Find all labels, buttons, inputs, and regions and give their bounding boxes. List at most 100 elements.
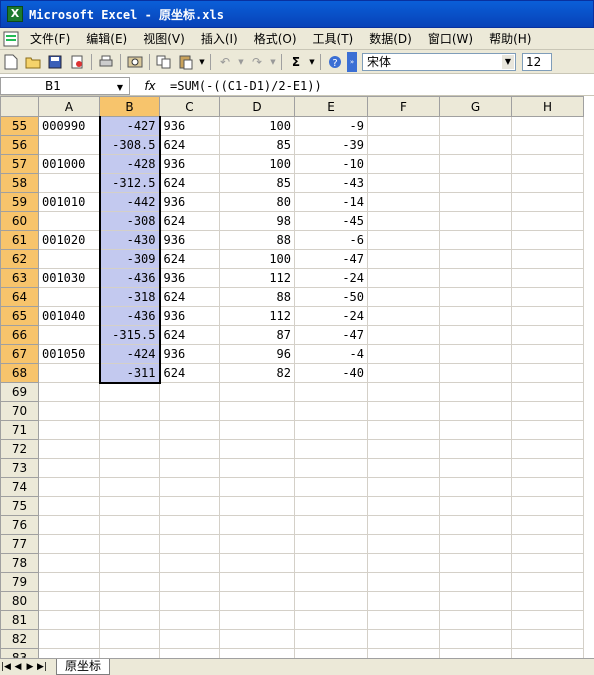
cell-d[interactable] [219,382,295,402]
cell-g[interactable] [439,477,512,497]
cell-c[interactable] [159,420,220,440]
cell-a[interactable] [38,477,100,497]
cell-f[interactable] [367,363,440,383]
redo-icon[interactable]: ↷ [247,52,267,72]
cell-f[interactable] [367,648,440,658]
row-header[interactable]: 77 [0,534,39,554]
save-icon[interactable] [45,52,65,72]
cell-d[interactable]: 87 [219,325,295,345]
permission-icon[interactable] [67,52,87,72]
cell-f[interactable] [367,249,440,269]
undo-icon[interactable]: ↶ [215,52,235,72]
cell-a[interactable] [38,135,100,155]
cell-b[interactable] [99,420,160,440]
cell-e[interactable] [294,420,368,440]
cell-a[interactable] [38,629,100,649]
row-header[interactable]: 78 [0,553,39,573]
cell-d[interactable] [219,610,295,630]
cell-d[interactable]: 85 [219,173,295,193]
cell-d[interactable] [219,515,295,535]
cell-d[interactable]: 112 [219,306,295,326]
cell-d[interactable] [219,534,295,554]
cell-a[interactable] [38,173,100,193]
row-header[interactable]: 67 [0,344,39,364]
cell-b[interactable] [99,382,160,402]
cell-c[interactable] [159,401,220,421]
cell-d[interactable]: 100 [219,154,295,174]
cell-f[interactable] [367,116,440,136]
cell-a[interactable] [38,363,100,383]
row-header[interactable]: 72 [0,439,39,459]
cell-c[interactable]: 624 [159,249,220,269]
cell-h[interactable] [511,553,584,573]
row-header[interactable]: 59 [0,192,39,212]
cell-b[interactable]: -309 [98,249,161,269]
row-header[interactable]: 69 [0,382,39,402]
cell-h[interactable] [511,648,584,658]
column-header-e[interactable]: E [294,96,368,117]
menu-insert[interactable]: 插入(I) [193,30,246,47]
menu-file[interactable]: 文件(F) [22,30,78,47]
cell-a[interactable] [38,211,100,231]
cell-c[interactable]: 936 [159,306,220,326]
cell-b[interactable]: -436 [98,306,161,326]
name-box[interactable]: B1 ▼ [0,76,130,96]
cell-c[interactable]: 936 [159,230,220,250]
cell-g[interactable] [439,420,512,440]
name-box-dropdown-icon[interactable]: ▼ [117,80,123,96]
cell-a[interactable] [38,648,100,658]
autosum-icon[interactable]: Σ [286,52,306,72]
menu-view[interactable]: 视图(V) [135,30,193,47]
cell-e[interactable] [294,553,368,573]
row-header[interactable]: 66 [0,325,39,345]
cell-h[interactable] [511,572,584,592]
cell-d[interactable] [219,477,295,497]
cell-e[interactable] [294,401,368,421]
cell-d[interactable] [219,458,295,478]
cell-c[interactable] [159,629,220,649]
cell-a[interactable] [38,401,100,421]
cell-d[interactable] [219,439,295,459]
cell-h[interactable] [511,382,584,402]
first-sheet-icon[interactable]: |◀ [0,662,12,672]
row-header[interactable]: 71 [0,420,39,440]
sheet-tab[interactable]: 原坐标 [56,659,111,675]
cell-a[interactable]: 001030 [38,268,100,288]
cell-h[interactable] [511,591,584,611]
cell-e[interactable] [294,610,368,630]
cell-f[interactable] [367,610,440,630]
menu-tools[interactable]: 工具(T) [305,30,362,47]
cell-a[interactable] [38,572,100,592]
formula-input[interactable]: =SUM(-((C1-D1)/2-E1)) [170,79,322,93]
cell-g[interactable] [439,648,512,658]
cell-c[interactable] [159,477,220,497]
cell-f[interactable] [367,629,440,649]
cell-f[interactable] [367,154,440,174]
cell-b[interactable] [99,515,160,535]
cell-g[interactable] [439,325,512,345]
cell-d[interactable] [219,572,295,592]
cell-c[interactable] [159,553,220,573]
cell-c[interactable]: 624 [159,211,220,231]
row-header[interactable]: 65 [0,306,39,326]
cell-d[interactable]: 85 [219,135,295,155]
cell-h[interactable] [511,192,584,212]
cell-b[interactable]: -427 [98,116,161,136]
cell-e[interactable] [294,591,368,611]
cell-d[interactable] [219,401,295,421]
cell-c[interactable]: 624 [159,287,220,307]
cell-g[interactable] [439,154,512,174]
column-header-g[interactable]: G [439,96,512,117]
cell-d[interactable]: 88 [219,287,295,307]
cell-b[interactable] [99,477,160,497]
worksheet-grid[interactable]: ABCDEFGH 55 000990 -427 936 100 -9 56 -308.5 624… [0,96,594,658]
cell-b[interactable] [99,572,160,592]
cell-f[interactable] [367,173,440,193]
cell-c[interactable] [159,458,220,478]
cell-g[interactable] [439,401,512,421]
column-header-c[interactable]: C [159,96,220,117]
cell-c[interactable] [159,382,220,402]
cell-f[interactable] [367,515,440,535]
cell-a[interactable]: 001040 [38,306,100,326]
menu-window[interactable]: 窗口(W) [420,30,481,47]
